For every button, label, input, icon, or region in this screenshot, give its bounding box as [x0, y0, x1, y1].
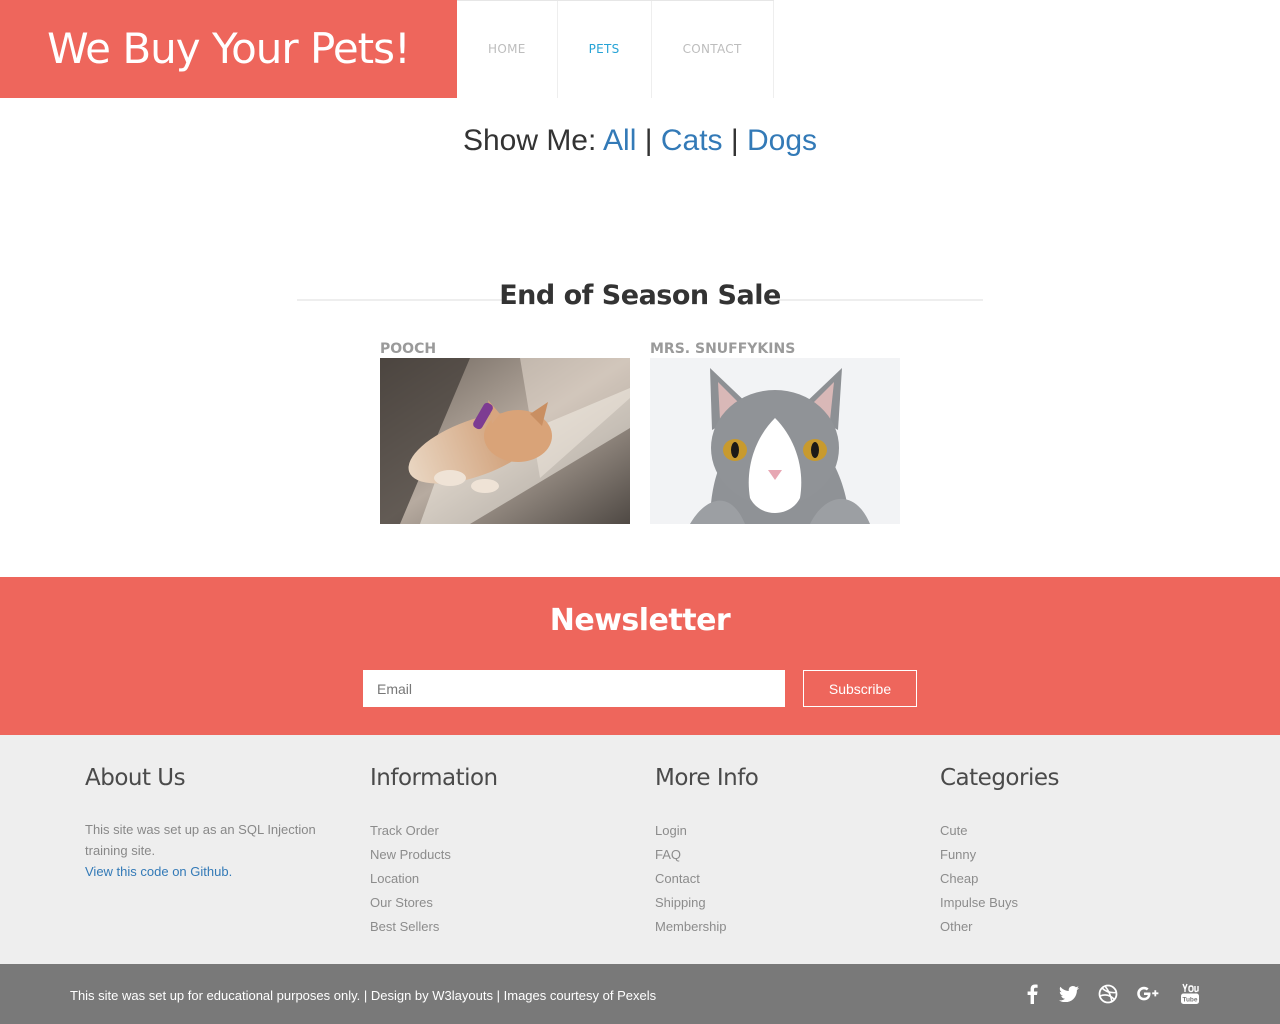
footer-heading: More Info [655, 765, 759, 791]
filter-prefix: Show Me: [462, 124, 597, 157]
svg-text:Tube: Tube [1182, 996, 1197, 1003]
nav-contact[interactable]: CONTACT [652, 1, 774, 98]
w3layouts-link[interactable]: W3layouts [432, 988, 493, 1003]
footer-link-shipping[interactable]: Shipping [655, 895, 706, 910]
copyright: This site was set up for educational pur… [70, 988, 656, 1003]
nav-home[interactable]: HOME [457, 1, 558, 98]
filter-dogs-link[interactable]: Dogs [747, 124, 817, 157]
dribbble-icon[interactable] [1096, 982, 1120, 1006]
filter-separator: | [730, 124, 739, 157]
footer-link-cute[interactable]: Cute [940, 823, 967, 838]
pet-name: POOCH [380, 341, 437, 357]
pet-card[interactable]: POOCH [380, 340, 630, 524]
footer-link-impulse-buys[interactable]: Impulse Buys [940, 895, 1018, 910]
pet-image-kitten[interactable] [380, 358, 630, 524]
footer-link-contact[interactable]: Contact [655, 871, 700, 886]
footer-link-our-stores[interactable]: Our Stores [370, 895, 433, 910]
footer-categories: Categories Cute Funny Cheap Impulse Buys… [940, 762, 1200, 939]
footer-link-faq[interactable]: FAQ [655, 847, 681, 862]
site-logo[interactable]: We Buy Your Pets! [0, 0, 457, 98]
copyright-separator: | [496, 988, 500, 1003]
youtube-icon[interactable]: Tube [1178, 982, 1202, 1006]
footer-heading: Categories [940, 765, 1059, 791]
footer-about: About Us This site was set up as an SQL … [85, 762, 345, 882]
footer-link-cheap[interactable]: Cheap [940, 871, 978, 886]
pet-card[interactable]: MRS. SNUFFYKINS [650, 340, 900, 524]
footer-link-membership[interactable]: Membership [655, 919, 727, 934]
filter-separator: | [644, 124, 653, 157]
copyright-text: This site was set up for educational pur… [70, 988, 429, 1003]
footer-link-new-products[interactable]: New Products [370, 847, 451, 862]
pet-filter: Show Me: All | Cats | Dogs [0, 124, 1280, 158]
main-nav: HOME PETS CONTACT [457, 0, 774, 98]
pexels-link[interactable]: Images courtesy of Pexels [504, 988, 656, 1003]
facebook-icon[interactable] [1020, 982, 1044, 1006]
github-link[interactable]: View this code on Github. [85, 861, 345, 882]
nav-pets[interactable]: PETS [558, 1, 652, 98]
footer-heading: About Us [85, 765, 186, 791]
site-header: We Buy Your Pets! HOME PETS CONTACT [0, 0, 1280, 98]
email-input[interactable] [363, 670, 785, 707]
pet-name: MRS. SNUFFYKINS [650, 341, 796, 357]
footer-link-other[interactable]: Other [940, 919, 973, 934]
footer-link-best-sellers[interactable]: Best Sellers [370, 919, 439, 934]
newsletter-title: Newsletter [549, 603, 731, 638]
subscribe-button[interactable]: Subscribe [803, 670, 917, 707]
footer-links: About Us This site was set up as an SQL … [0, 735, 1280, 964]
about-text: This site was set up as an SQL Injection… [85, 822, 316, 858]
footer-link-track-order[interactable]: Track Order [370, 823, 439, 838]
pet-image-cat[interactable] [650, 358, 900, 524]
filter-all-link[interactable]: All [603, 124, 636, 157]
google-plus-icon[interactable] [1136, 982, 1160, 1006]
bottom-bar: This site was set up for educational pur… [0, 964, 1280, 1024]
footer-more-info: More Info Login FAQ Contact Shipping Mem… [655, 762, 915, 939]
footer-heading: Information [370, 765, 498, 791]
sale-title: End of Season Sale [499, 280, 781, 311]
footer-link-login[interactable]: Login [655, 823, 687, 838]
twitter-icon[interactable] [1057, 982, 1081, 1006]
newsletter-section: Newsletter Subscribe [0, 577, 1280, 735]
footer-link-funny[interactable]: Funny [940, 847, 976, 862]
filter-cats-link[interactable]: Cats [661, 124, 723, 157]
footer-information: Information Track Order New Products Loc… [370, 762, 630, 939]
logo-box: We Buy Your Pets! [0, 0, 457, 98]
footer-link-location[interactable]: Location [370, 871, 419, 886]
